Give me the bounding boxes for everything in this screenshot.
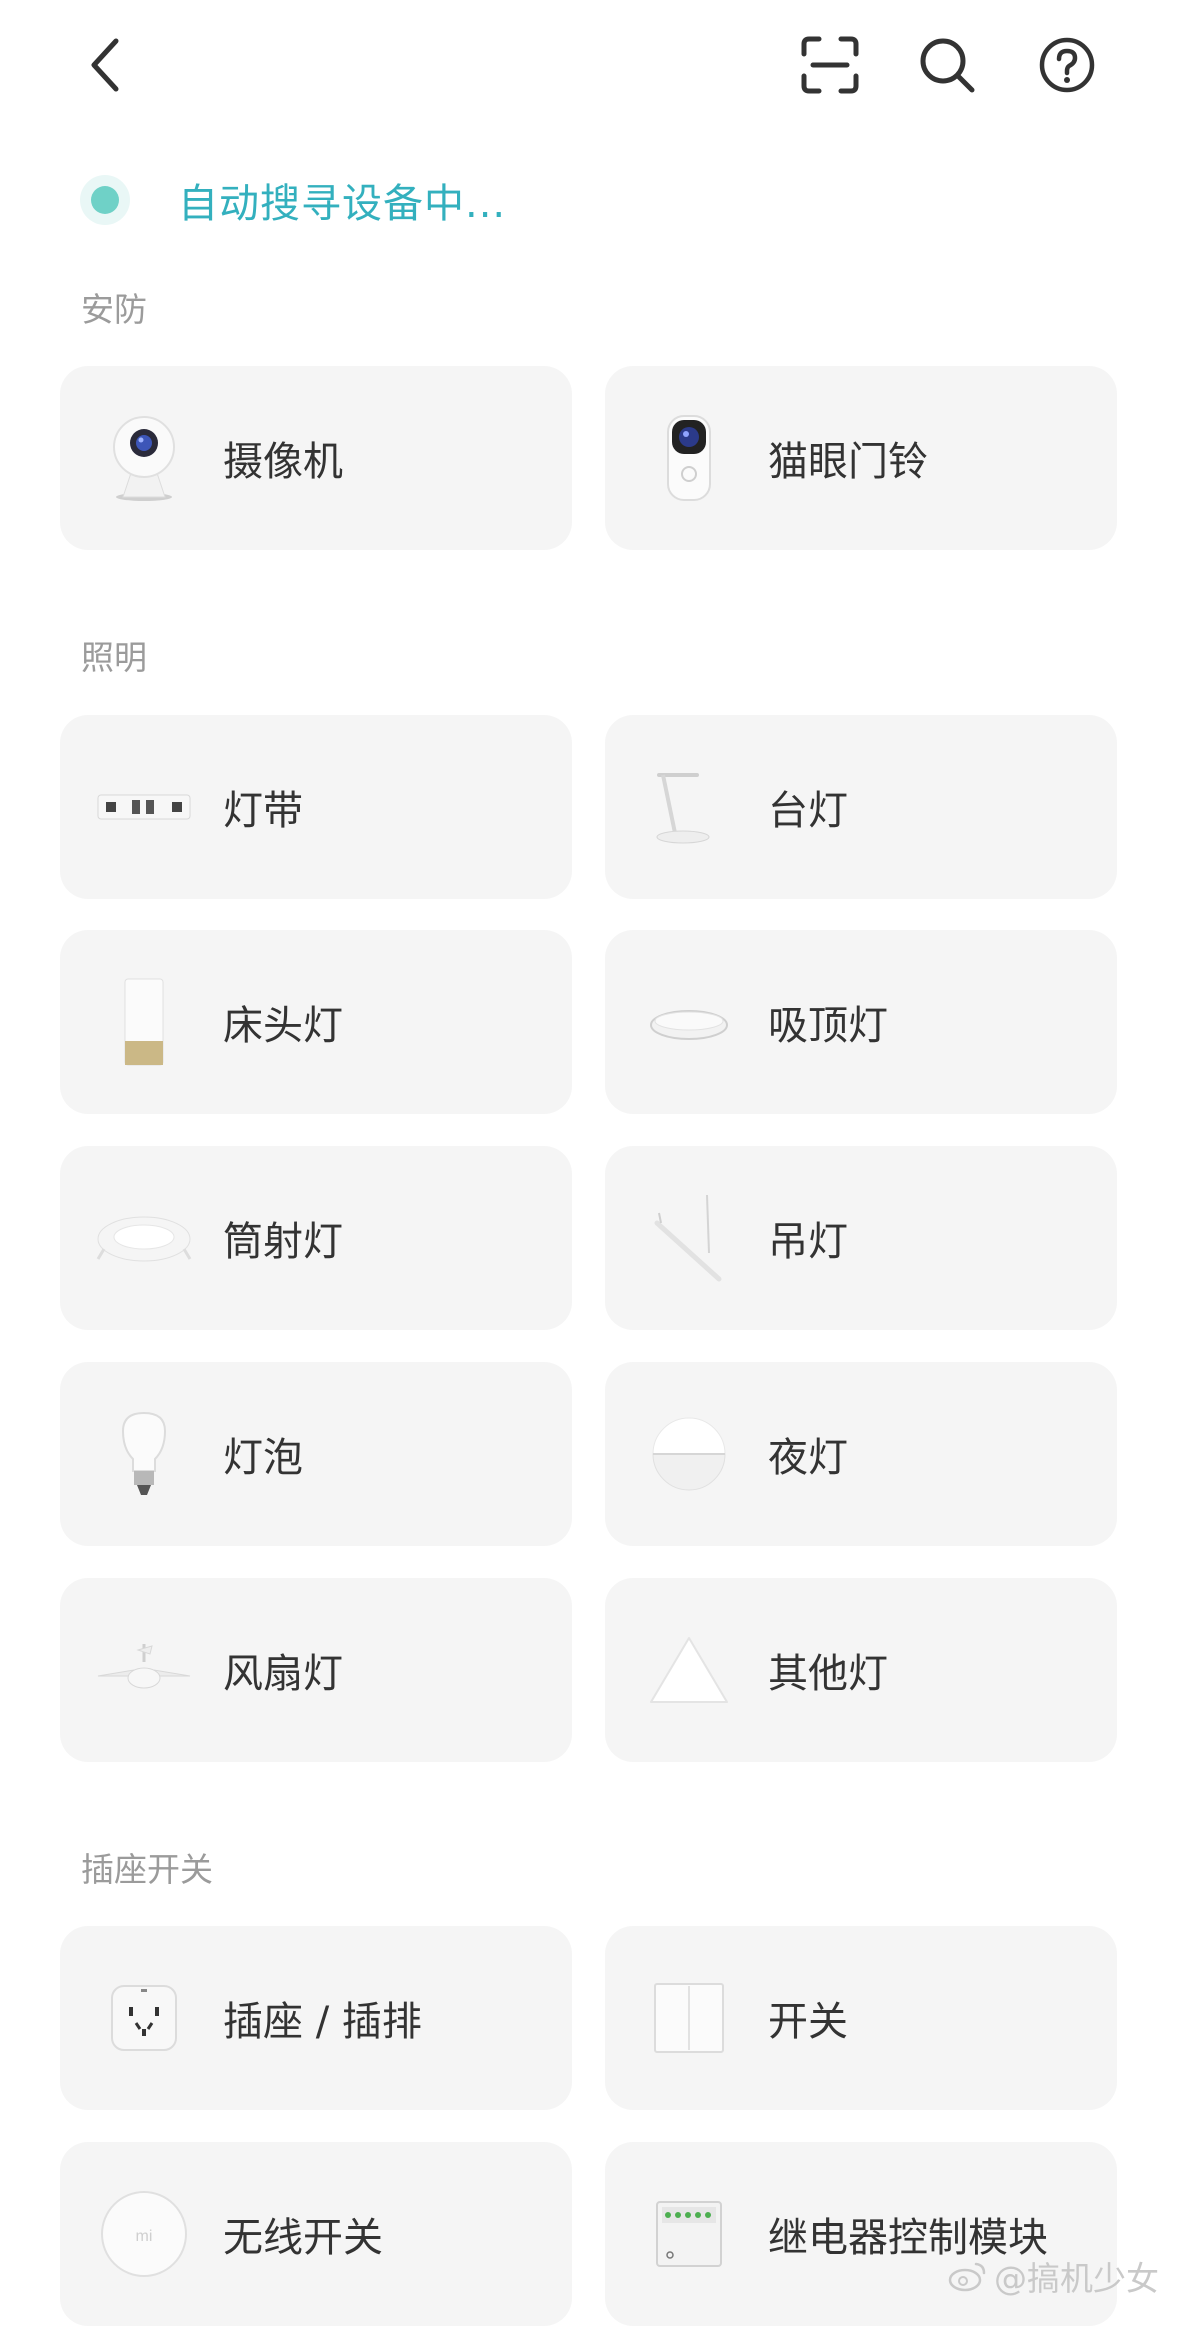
scan-button[interactable] xyxy=(790,25,870,105)
back-button[interactable] xyxy=(66,25,146,105)
desk-lamp-icon xyxy=(634,752,744,862)
device-label: 风扇灯 xyxy=(223,1651,343,1697)
device-card-socket[interactable]: 插座 / 插排 xyxy=(60,1926,572,2110)
device-label: 夜灯 xyxy=(768,1435,848,1481)
watermark-text: @搞机少女 xyxy=(994,2259,1159,2298)
triangle-light-icon xyxy=(634,1615,744,1725)
scan-icon xyxy=(801,36,859,94)
help-button[interactable] xyxy=(1027,25,1107,105)
device-label: 开关 xyxy=(768,1999,848,2045)
svg-text:mi: mi xyxy=(136,2228,153,2245)
ceiling-light-icon xyxy=(634,967,744,1077)
bedside-lamp-icon xyxy=(89,967,199,1077)
camera-icon xyxy=(89,403,199,513)
section-title-switches: 插座开关 xyxy=(81,1850,213,1889)
device-label: 灯泡 xyxy=(223,1435,303,1481)
night-light-icon xyxy=(634,1399,744,1509)
device-card-bedside-lamp[interactable]: 床头灯 xyxy=(60,930,572,1114)
socket-icon xyxy=(89,1963,199,2073)
downlight-icon xyxy=(89,1183,199,1293)
wall-switch-icon xyxy=(634,1963,744,2073)
pendant-light-icon xyxy=(634,1183,744,1293)
device-card-night-light[interactable]: 夜灯 xyxy=(605,1362,1117,1546)
device-label: 床头灯 xyxy=(223,1003,343,1049)
device-label: 台灯 xyxy=(768,788,848,834)
device-card-wall-switch[interactable]: 开关 xyxy=(605,1926,1117,2110)
search-button[interactable] xyxy=(907,25,987,105)
device-label: 猫眼门铃 xyxy=(768,439,928,485)
device-label: 灯带 xyxy=(223,788,303,834)
device-card-desk-lamp[interactable]: 台灯 xyxy=(605,715,1117,899)
auto-search-status: 自动搜寻设备中... xyxy=(80,165,506,235)
weibo-logo-icon xyxy=(948,2262,986,2292)
light-bulb-icon xyxy=(89,1399,199,1509)
device-card-peephole-doorbell[interactable]: 猫眼门铃 xyxy=(605,366,1117,550)
light-strip-icon xyxy=(89,752,199,862)
device-label: 无线开关 xyxy=(223,2215,383,2261)
device-card-pendant-light[interactable]: 吊灯 xyxy=(605,1146,1117,1330)
help-icon xyxy=(1039,37,1095,93)
device-card-fan-light[interactable]: 风扇灯 xyxy=(60,1578,572,1762)
device-label: 吊灯 xyxy=(768,1219,848,1265)
device-card-downlight[interactable]: 筒射灯 xyxy=(60,1146,572,1330)
search-icon xyxy=(920,38,975,93)
watermark: @搞机少女 xyxy=(948,2252,1159,2300)
top-bar xyxy=(0,0,1179,130)
fan-light-icon xyxy=(89,1615,199,1725)
chevron-left-icon xyxy=(91,38,119,92)
device-card-camera[interactable]: 摄像机 xyxy=(60,366,572,550)
device-card-other-lights[interactable]: 其他灯 xyxy=(605,1578,1117,1762)
device-label: 插座 / 插排 xyxy=(223,1999,422,2045)
section-title-security: 安防 xyxy=(81,290,147,329)
device-card-wireless-switch[interactable]: mi 无线开关 xyxy=(60,2142,572,2326)
device-label: 其他灯 xyxy=(768,1651,888,1697)
device-label: 摄像机 xyxy=(223,439,343,485)
section-title-lighting: 照明 xyxy=(81,638,147,677)
doorbell-icon xyxy=(634,403,744,513)
device-card-light-bulb[interactable]: 灯泡 xyxy=(60,1362,572,1546)
auto-search-text: 自动搜寻设备中... xyxy=(178,181,507,227)
device-card-ceiling-light[interactable]: 吸顶灯 xyxy=(605,930,1117,1114)
wireless-switch-icon: mi xyxy=(89,2179,199,2289)
device-label: 吸顶灯 xyxy=(768,1003,888,1049)
relay-module-icon xyxy=(634,2179,744,2289)
searching-indicator xyxy=(80,175,130,225)
device-label: 筒射灯 xyxy=(223,1219,343,1265)
device-card-light-strip[interactable]: 灯带 xyxy=(60,715,572,899)
